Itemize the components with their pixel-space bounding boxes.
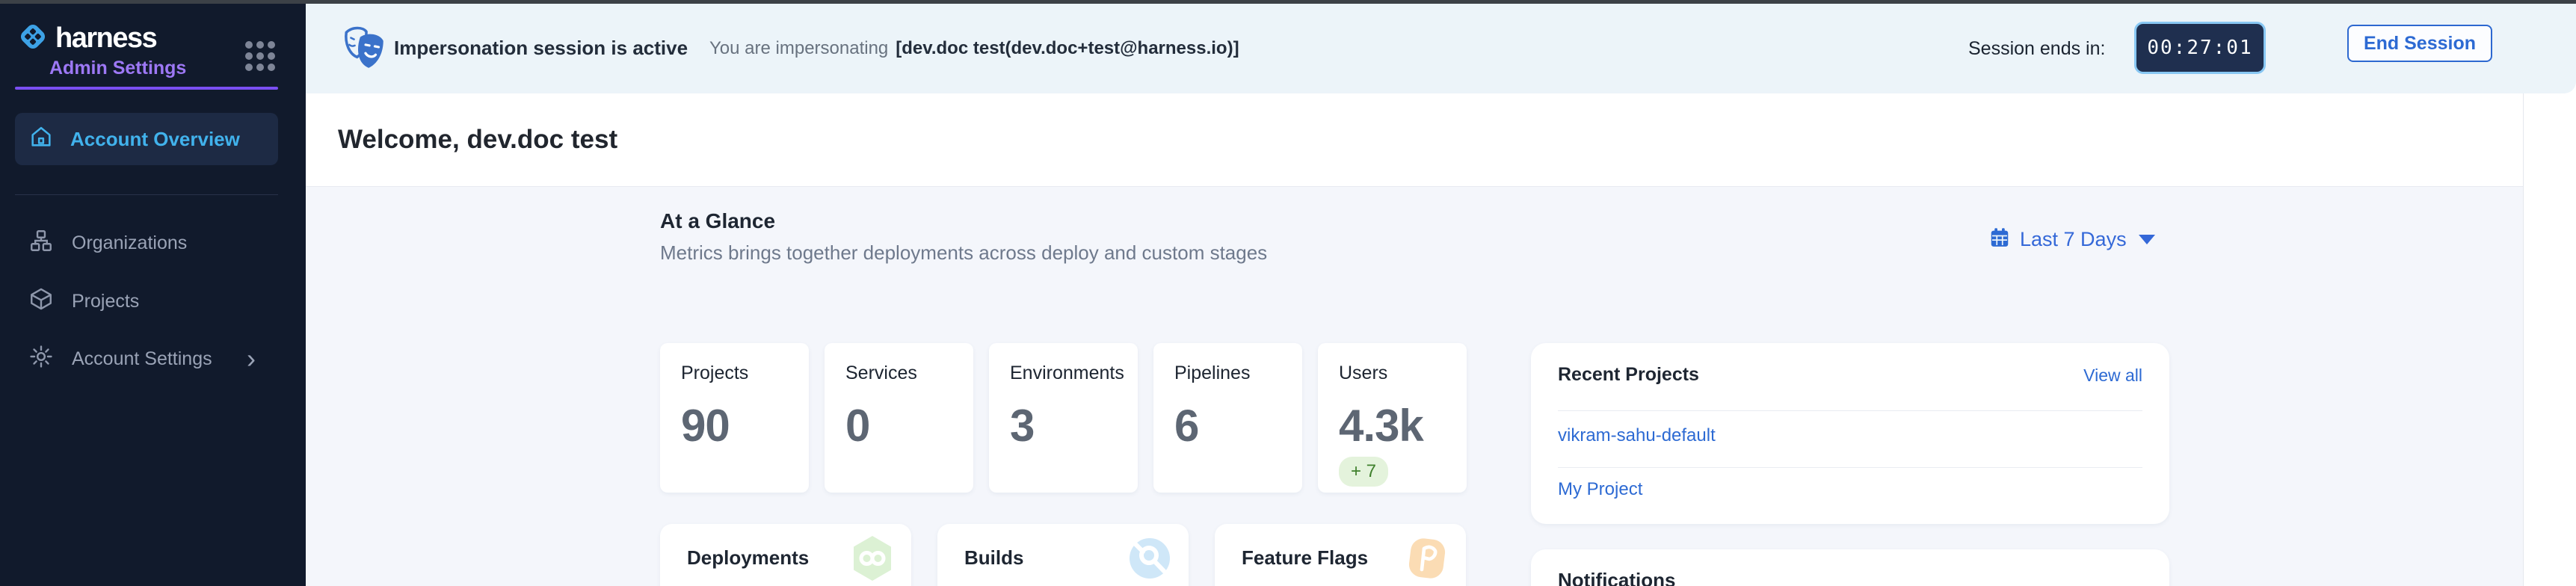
users-delta-badge: + 7 bbox=[1339, 457, 1388, 487]
impersonation-title: Impersonation session is active bbox=[394, 37, 688, 60]
divider bbox=[1558, 467, 2142, 468]
module-title: Deployments bbox=[687, 546, 809, 570]
recent-projects-title: Recent Projects bbox=[1558, 364, 1699, 386]
sidebar-item-organizations[interactable]: Organizations bbox=[15, 219, 278, 267]
builds-icon bbox=[1126, 534, 1174, 586]
sidebar: harness Admin Settings Account Overview bbox=[0, 4, 306, 586]
impersonation-subtitle: You are impersonating [dev.doc test(dev.… bbox=[709, 38, 1239, 59]
stat-label: Projects bbox=[681, 363, 748, 384]
chevron-right-icon: › bbox=[247, 345, 256, 372]
stat-value: 6 bbox=[1174, 400, 1198, 451]
module-card-deployments[interactable]: Deployments bbox=[660, 524, 911, 586]
masks-icon bbox=[340, 23, 389, 76]
recent-projects-panel: Recent Projects View all vikram-sahu-def… bbox=[1531, 343, 2169, 524]
stat-card-services[interactable]: Services 0 bbox=[825, 343, 973, 493]
sidebar-item-label: Account Settings bbox=[72, 348, 212, 370]
stat-card-projects[interactable]: Projects 90 bbox=[660, 343, 809, 493]
main-content: Welcome, dev.doc test At a Glance Metric… bbox=[306, 93, 2523, 586]
stat-label: Environments bbox=[1010, 363, 1124, 384]
welcome-band: Welcome, dev.doc test bbox=[306, 93, 2523, 187]
sidebar-item-account-settings[interactable]: Account Settings › bbox=[15, 335, 278, 383]
sidebar-item-account-overview[interactable]: Account Overview bbox=[15, 113, 278, 165]
stat-value: 90 bbox=[681, 400, 730, 451]
calendar-icon bbox=[1988, 226, 2011, 253]
module-title: Builds bbox=[964, 546, 1023, 570]
notifications-panel: Notifications bbox=[1531, 549, 2169, 586]
module-card-feature-flags[interactable]: Feature Flags bbox=[1215, 524, 1466, 586]
harness-logo-icon bbox=[16, 20, 49, 57]
stat-card-users[interactable]: Users 4.3k + 7 bbox=[1318, 343, 1467, 493]
module-card-builds[interactable]: Builds bbox=[937, 524, 1189, 586]
sidebar-divider bbox=[15, 194, 278, 195]
module-label: Admin Settings bbox=[49, 58, 186, 79]
end-session-button[interactable]: End Session bbox=[2347, 25, 2492, 62]
session-ends-label: Session ends in: bbox=[1968, 38, 2105, 60]
impersonated-user: [dev.doc test(dev.doc+test@harness.io)] bbox=[896, 38, 1239, 59]
sidebar-item-label: Organizations bbox=[72, 232, 187, 254]
harness-logo[interactable]: harness bbox=[16, 20, 156, 57]
recent-project-link[interactable]: vikram-sahu-default bbox=[1558, 425, 1716, 446]
stat-value: 4.3k bbox=[1339, 400, 1423, 451]
stat-card-environments[interactable]: Environments 3 bbox=[989, 343, 1138, 493]
stat-label: Users bbox=[1339, 363, 1387, 384]
stat-card-pipelines[interactable]: Pipelines 6 bbox=[1153, 343, 1302, 493]
module-title: Feature Flags bbox=[1242, 546, 1368, 570]
home-icon bbox=[28, 124, 54, 155]
organizations-icon bbox=[28, 228, 54, 259]
sidebar-item-label: Account Overview bbox=[70, 128, 240, 151]
feature-flags-icon bbox=[1403, 534, 1451, 586]
stat-value: 3 bbox=[1010, 400, 1034, 451]
divider bbox=[1558, 410, 2142, 411]
projects-icon bbox=[28, 286, 54, 317]
stat-label: Services bbox=[845, 363, 917, 384]
app-root: harness Admin Settings Account Overview bbox=[0, 0, 2576, 586]
brand-name: harness bbox=[55, 22, 156, 55]
chevron-down-icon bbox=[2139, 235, 2155, 244]
impersonating-prefix: You are impersonating bbox=[709, 38, 888, 59]
sidebar-item-label: Projects bbox=[72, 291, 139, 312]
deployments-icon bbox=[848, 534, 896, 586]
page-title: Welcome, dev.doc test bbox=[338, 125, 617, 155]
scrollbar-gutter[interactable] bbox=[2523, 93, 2576, 586]
glance-subtitle: Metrics brings together deployments acro… bbox=[660, 241, 1267, 265]
module-underline bbox=[15, 87, 278, 90]
apps-grid-icon[interactable] bbox=[245, 41, 275, 71]
recent-project-link[interactable]: My Project bbox=[1558, 479, 1642, 500]
glance-title: At a Glance bbox=[660, 209, 775, 233]
stats-row: Projects 90 Services 0 Environments 3 Pi… bbox=[660, 343, 1467, 493]
gear-icon bbox=[28, 344, 54, 374]
notifications-title: Notifications bbox=[1558, 569, 1675, 586]
impersonation-banner: Impersonation session is active You are … bbox=[306, 4, 2576, 93]
stat-value: 0 bbox=[845, 400, 869, 451]
session-timer: 00:27:01 bbox=[2134, 22, 2266, 74]
modules-row: Deployments Builds bbox=[660, 524, 1466, 586]
stat-label: Pipelines bbox=[1174, 363, 1250, 384]
sidebar-item-projects[interactable]: Projects bbox=[15, 277, 278, 325]
date-range-selector[interactable]: Last 7 Days bbox=[1988, 226, 2155, 253]
date-range-value: Last 7 Days bbox=[2020, 228, 2127, 251]
view-all-link[interactable]: View all bbox=[2083, 366, 2142, 386]
